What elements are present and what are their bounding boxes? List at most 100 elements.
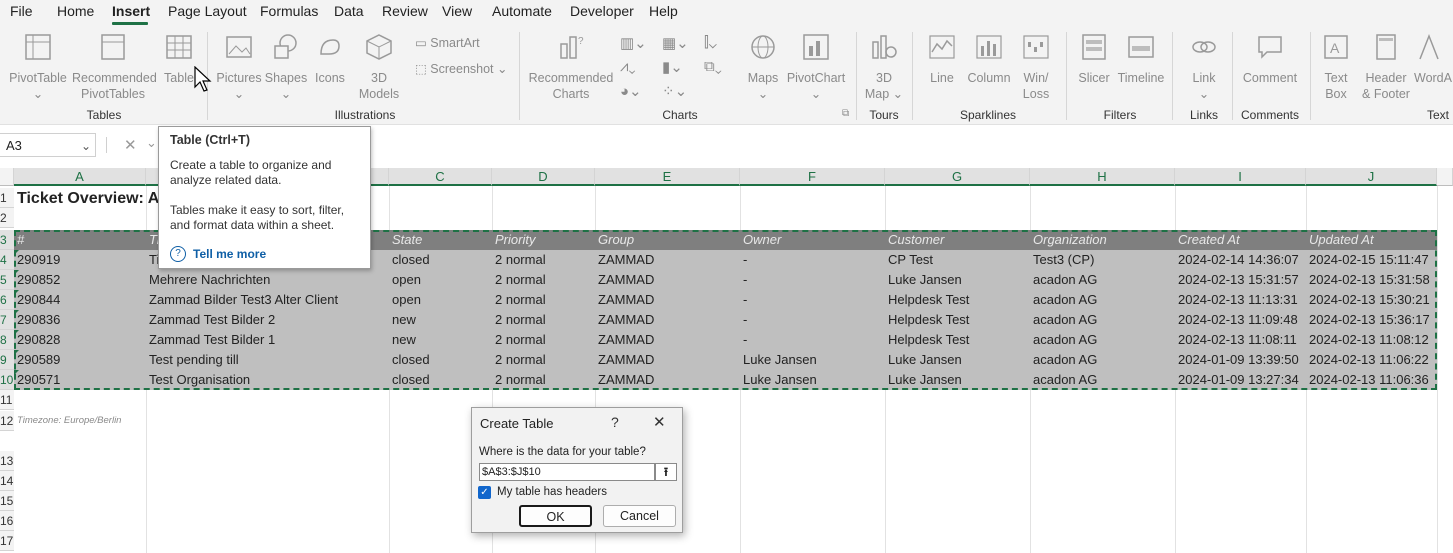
table-cell[interactable]: 2024-02-13 15:31:58 (1306, 270, 1437, 290)
menu-page-layout[interactable]: Page Layout (168, 3, 247, 19)
tell-me-more-link[interactable]: Tell me more (193, 247, 266, 261)
table-cell[interactable]: 2 normal (492, 290, 595, 310)
table-cell[interactable]: new (389, 310, 492, 330)
recommended-charts-button[interactable]: ? Recommended Charts (528, 32, 614, 102)
maps-button[interactable]: Maps ⌄ (745, 32, 781, 102)
shapes-button[interactable]: Shapes ⌄ (264, 32, 308, 102)
menu-developer[interactable]: Developer (570, 3, 634, 19)
table-cell[interactable]: 2 normal (492, 270, 595, 290)
table-cell[interactable]: ZAMMAD (595, 310, 740, 330)
table-cell[interactable]: Zammad Bilder Test3 Alter Client (146, 290, 389, 310)
header-cell[interactable]: Group (595, 230, 740, 250)
waterfall-chart-icon[interactable]: ⫿⌄ (704, 34, 717, 51)
range-input[interactable]: $A$3:$J$10 (479, 463, 655, 481)
3d-models-button[interactable]: 3D Models (354, 32, 404, 102)
table-cell[interactable]: 290571 (14, 370, 146, 390)
dialog-launcher-icon[interactable]: ⧉ (842, 108, 849, 119)
table-cell[interactable]: acadon AG (1030, 310, 1175, 330)
table-cell[interactable]: closed (389, 350, 492, 370)
column-header-j[interactable]: J (1306, 168, 1437, 186)
menu-review[interactable]: Review (382, 3, 428, 19)
hierarchy-chart-icon[interactable]: ▦⌄ (662, 34, 689, 52)
header-cell[interactable]: Priority (492, 230, 595, 250)
table-cell[interactable]: ZAMMAD (595, 290, 740, 310)
line-chart-icon[interactable]: ⩘⌄ (620, 58, 636, 75)
row-header-7[interactable]: 7 (0, 310, 14, 330)
header-cell[interactable]: Organization (1030, 230, 1175, 250)
timeline-button[interactable]: Timeline (1116, 32, 1166, 86)
table-cell[interactable]: 2024-02-13 11:08:11 (1175, 330, 1306, 350)
column-header-e[interactable]: E (595, 168, 740, 186)
help-button[interactable]: ? (611, 414, 619, 430)
wordart-button[interactable]: WordA (1414, 32, 1453, 86)
row-header-10[interactable]: 10 (0, 370, 14, 390)
table-cell[interactable]: 2024-02-13 11:13:31 (1175, 290, 1306, 310)
sparkline-column-button[interactable]: Column (964, 32, 1014, 86)
table-cell[interactable]: acadon AG (1030, 270, 1175, 290)
table-cell[interactable]: 2024-02-13 15:36:17 (1306, 310, 1437, 330)
headers-checkbox-label[interactable]: My table has headers (497, 486, 607, 498)
column-header-f[interactable]: F (740, 168, 885, 186)
combo-chart-icon[interactable]: ⧉⌄ (704, 58, 722, 75)
pie-chart-icon[interactable]: ◕⌄ (620, 82, 642, 100)
table-cell[interactable]: 2024-01-09 13:39:50 (1175, 350, 1306, 370)
table-cell[interactable]: ZAMMAD (595, 270, 740, 290)
header-footer-button[interactable]: Header & Footer (1360, 32, 1412, 102)
table-cell[interactable]: 2024-02-15 15:11:47 (1306, 250, 1437, 270)
table-cell[interactable]: 290919 (14, 250, 146, 270)
table-cell[interactable]: Zammad Test Bilder 2 (146, 310, 389, 330)
row-header-11[interactable]: 11 (0, 390, 14, 410)
table-cell[interactable]: Luke Jansen (740, 370, 885, 390)
name-box[interactable]: A3 ⌄ (0, 133, 96, 157)
table-cell[interactable]: new (389, 330, 492, 350)
table-cell[interactable]: open (389, 270, 492, 290)
row-header-9[interactable]: 9 (0, 350, 14, 370)
row-header-2[interactable]: 2 (0, 208, 14, 228)
header-cell[interactable]: Owner (740, 230, 885, 250)
header-cell[interactable]: # (14, 230, 146, 250)
table-cell[interactable]: acadon AG (1030, 290, 1175, 310)
table-cell[interactable]: Helpdesk Test (885, 290, 1030, 310)
table-cell[interactable]: Test3 (CP) (1030, 250, 1175, 270)
row-header-13[interactable]: 13 (0, 451, 14, 471)
table-cell[interactable]: 2024-02-13 15:31:57 (1175, 270, 1306, 290)
table-cell[interactable]: acadon AG (1030, 350, 1175, 370)
table-cell[interactable]: 2024-02-13 11:09:48 (1175, 310, 1306, 330)
column-chart-icon[interactable]: ▥⌄ (620, 34, 647, 52)
pivottable-button[interactable]: PivotTable ⌄ (8, 32, 68, 102)
table-cell[interactable]: Helpdesk Test (885, 310, 1030, 330)
header-cell[interactable]: State (389, 230, 492, 250)
menu-data[interactable]: Data (334, 3, 364, 19)
column-header-d[interactable]: D (492, 168, 595, 186)
table-cell[interactable]: 2024-02-13 11:06:22 (1306, 350, 1437, 370)
table-cell[interactable]: 2024-02-13 11:06:36 (1306, 370, 1437, 390)
row-header-5[interactable]: 5 (0, 270, 14, 290)
row-header-3[interactable]: 3 (0, 230, 14, 250)
table-cell[interactable]: Luke Jansen (885, 350, 1030, 370)
table-cell[interactable]: Luke Jansen (885, 270, 1030, 290)
row-header-12[interactable]: 12 (0, 411, 14, 431)
sparkline-winloss-button[interactable]: Win/ Loss (1016, 32, 1056, 102)
column-header-i[interactable]: I (1175, 168, 1306, 186)
sheet-title[interactable]: Ticket Overview: A (14, 188, 164, 208)
menu-view[interactable]: View (442, 3, 472, 19)
timezone-note[interactable]: Timezone: Europe/Berlin (14, 411, 214, 431)
table-cell[interactable]: 2024-02-13 11:08:12 (1306, 330, 1437, 350)
text-box-button[interactable]: A Text Box (1316, 32, 1356, 102)
menu-help[interactable]: Help (649, 3, 678, 19)
chevron-down-icon[interactable]: ⌄ (81, 134, 91, 158)
row-header-8[interactable]: 8 (0, 330, 14, 350)
table-cell[interactable]: - (740, 270, 885, 290)
table-cell[interactable]: Test pending till (146, 350, 389, 370)
table-cell[interactable]: Helpdesk Test (885, 330, 1030, 350)
close-button[interactable]: ✕ (653, 413, 666, 431)
ok-button[interactable]: OK (519, 505, 592, 527)
row-header-14[interactable]: 14 (0, 471, 14, 491)
select-all-corner[interactable] (0, 168, 14, 186)
table-cell[interactable]: ZAMMAD (595, 350, 740, 370)
table-cell[interactable]: 2 normal (492, 350, 595, 370)
cancel-button[interactable]: Cancel (603, 505, 676, 527)
smartart-button[interactable]: ▭ SmartArt (415, 35, 480, 50)
column-header-k[interactable] (1437, 168, 1453, 186)
column-header-c[interactable]: C (389, 168, 492, 186)
